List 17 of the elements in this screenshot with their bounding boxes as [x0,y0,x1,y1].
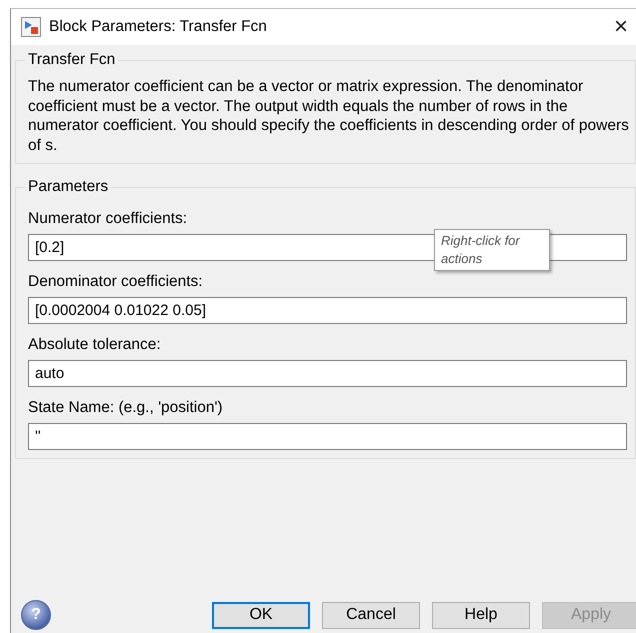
block-icon [21,17,41,37]
field-label: Numerator coefficients: [28,210,188,228]
input-field[interactable]: [0.0002004 0.01022 0.05] [28,297,627,324]
dialog-button[interactable]: OK [212,602,310,628]
field-label: Absolute tolerance: [28,336,162,354]
group-title: Parameters [27,178,110,196]
field-label: Denominator coefficients: [28,273,204,291]
input-field[interactable]: '' [28,423,627,450]
tooltip: Right-click for actions [434,229,550,271]
dialog-button[interactable]: Cancel [322,602,420,628]
dialog-button[interactable]: Help [432,602,530,628]
description-text: The numerator coefficient can be a vector or matrix expression. The denominator coefficient must be a vector. The output width equals the number of rows in the numerator coefficient. You should specify the coefficients in descending order of powers of s. [28,77,630,155]
input-field[interactable]: auto [28,360,627,387]
window-title: Block Parameters: Transfer Fcn [49,18,268,36]
group-title: Transfer Fcn [27,51,116,69]
close-button[interactable]: × [606,13,636,41]
field-label: State Name: (e.g., 'position') [28,399,224,417]
